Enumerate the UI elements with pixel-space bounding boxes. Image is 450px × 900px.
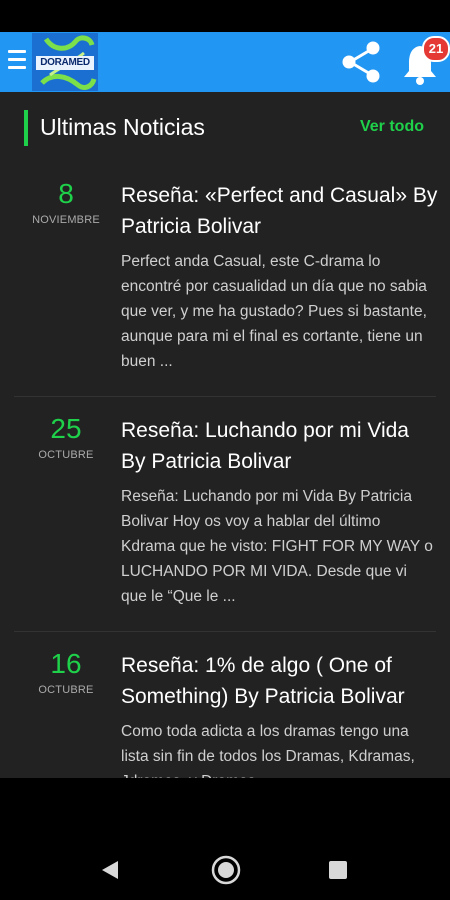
nav-back-icon[interactable] bbox=[98, 858, 122, 882]
news-excerpt: Perfect anda Casual, este C-drama lo enc… bbox=[121, 253, 427, 370]
news-date-day: 8 bbox=[58, 178, 74, 209]
news-date-month: OCTUBRE bbox=[38, 449, 94, 461]
share-icon[interactable] bbox=[336, 37, 386, 87]
app-bar: DORAMED 21 bbox=[0, 32, 450, 92]
news-section: Ultimas Noticias Ver todo 8 NOVIEMBRE Re… bbox=[0, 92, 450, 778]
news-date: 8 NOVIEMBRE bbox=[20, 178, 112, 226]
section-title: Ultimas Noticias bbox=[40, 114, 205, 140]
news-item[interactable]: 8 NOVIEMBRE Reseña: «Perfect and Casual»… bbox=[0, 162, 450, 397]
news-title[interactable]: Reseña: 1% de algo ( One of Something) B… bbox=[121, 650, 439, 712]
news-date-month: OCTUBRE bbox=[38, 684, 94, 696]
news-date-month: NOVIEMBRE bbox=[32, 214, 100, 226]
view-all-link[interactable]: Ver todo bbox=[360, 118, 424, 136]
status-bar bbox=[0, 0, 450, 32]
notifications-button[interactable]: 21 bbox=[398, 36, 450, 90]
system-nav-bar bbox=[0, 778, 450, 900]
news-item[interactable]: 16 OCTUBRE Reseña: 1% de algo ( One of S… bbox=[0, 632, 450, 778]
logo-text: DORAMED bbox=[36, 56, 94, 70]
news-item[interactable]: 25 OCTUBRE Reseña: Luchando por mi Vida … bbox=[0, 397, 450, 632]
news-date: 16 OCTUBRE bbox=[20, 648, 112, 696]
app-logo[interactable]: DORAMED bbox=[32, 33, 98, 91]
news-date-day: 25 bbox=[50, 413, 82, 444]
news-title[interactable]: Reseña: «Perfect and Casual» By Patricia… bbox=[121, 180, 439, 242]
nav-recent-icon[interactable] bbox=[328, 860, 348, 880]
section-accent-bar bbox=[24, 110, 28, 146]
news-date: 25 OCTUBRE bbox=[20, 413, 112, 461]
news-excerpt: Como toda adicta a los dramas tengo una … bbox=[121, 723, 415, 778]
news-title[interactable]: Reseña: Luchando por mi Vida By Patricia… bbox=[121, 415, 439, 477]
notification-badge: 21 bbox=[422, 36, 450, 62]
news-date-day: 16 bbox=[50, 648, 82, 679]
section-header: Ultimas Noticias Ver todo bbox=[0, 92, 450, 162]
menu-icon[interactable] bbox=[8, 50, 28, 74]
news-excerpt: Reseña: Luchando por mi Vida By Patricia… bbox=[121, 488, 433, 605]
nav-home-icon[interactable] bbox=[210, 854, 242, 886]
